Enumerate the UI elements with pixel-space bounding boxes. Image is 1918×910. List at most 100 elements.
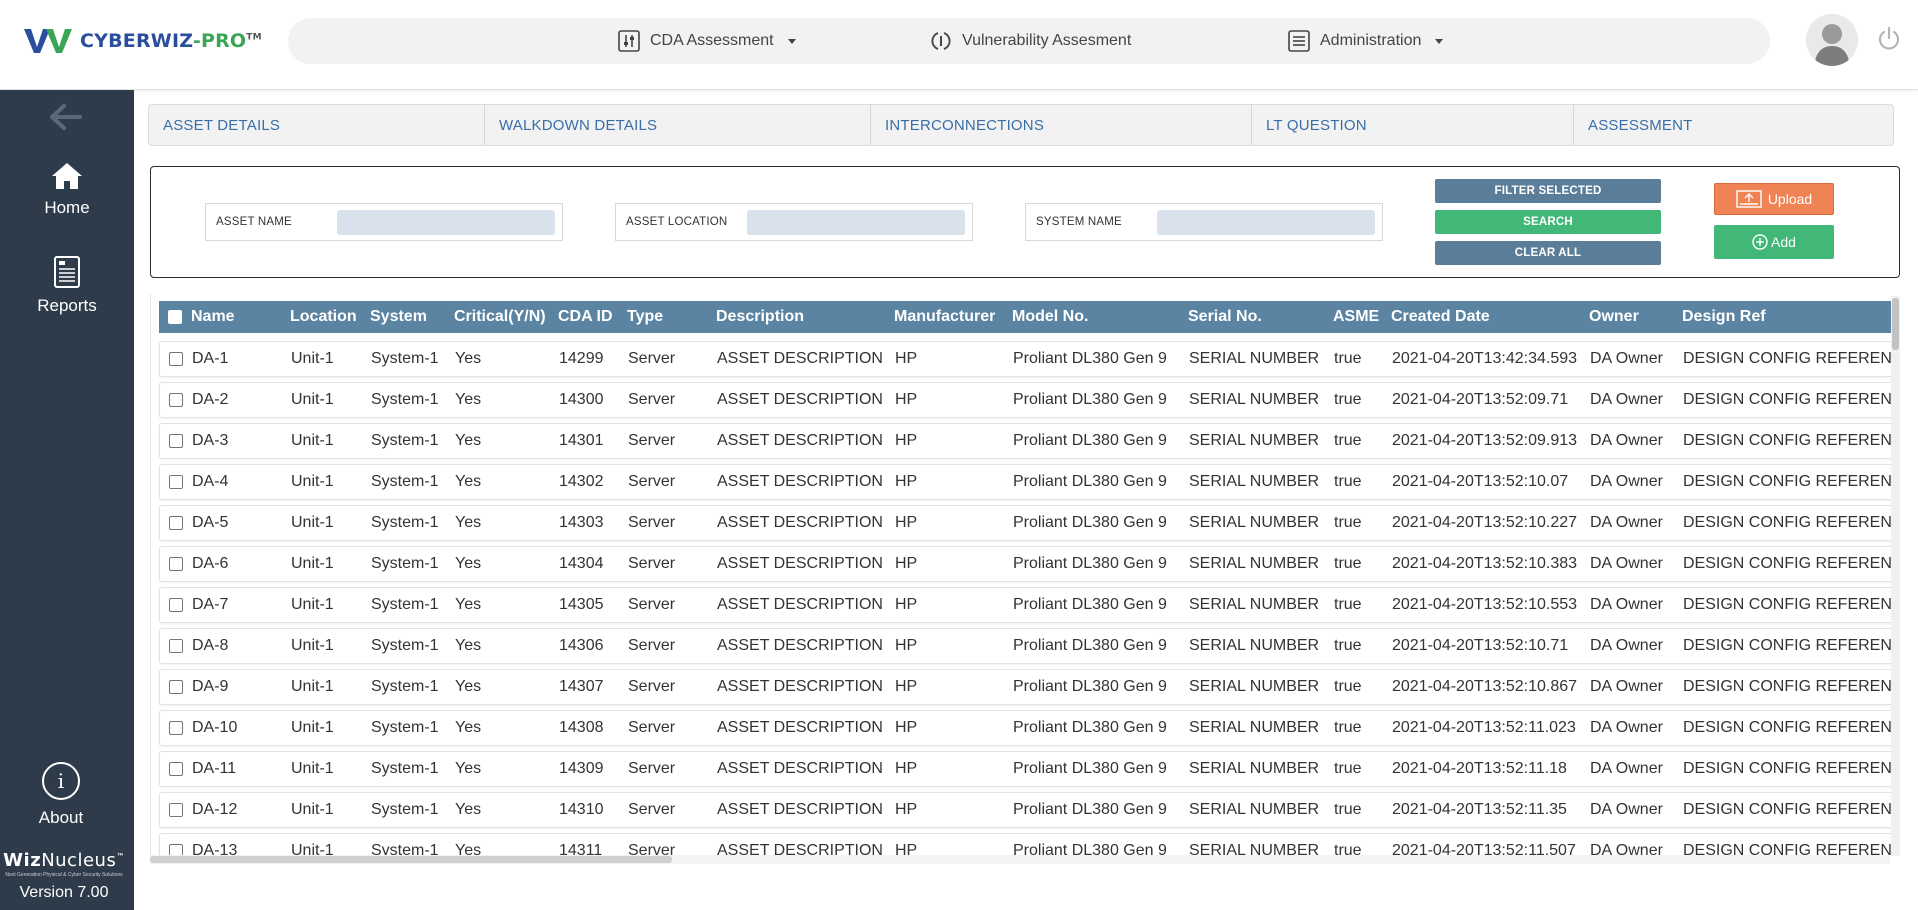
nav-cda-assessment[interactable]: CDA Assessment (618, 18, 796, 64)
avatar[interactable] (1806, 14, 1858, 66)
cell-owner: DA Owner (1590, 350, 1663, 367)
cell-model-no: Proliant DL380 Gen 9 (1013, 637, 1167, 654)
row-checkbox[interactable] (169, 639, 183, 653)
cell-description: ASSET DESCRIPTION (717, 473, 883, 490)
cell-type: Server (628, 719, 676, 736)
user-avatar-icon (1806, 14, 1858, 66)
sidebar-item-home[interactable]: Home (0, 162, 134, 218)
table-row[interactable]: DA-9 Unit-1 System-1 Yes 14307 Server ASSET DE… (159, 669, 1900, 705)
row-checkbox[interactable] (169, 475, 183, 489)
cell-asme: true (1334, 473, 1362, 490)
table-row[interactable]: DA-4 Unit-1 System-1 Yes 14302 Server ASSET DE… (159, 464, 1900, 500)
cyberwiz-logo[interactable]: CYBERWIZ-PROTM (24, 26, 262, 56)
back-arrow-icon[interactable] (48, 102, 84, 132)
nav-administration[interactable]: Administration (1288, 18, 1444, 64)
asset-location-input[interactable] (747, 210, 965, 235)
asset-name-input[interactable] (337, 210, 555, 235)
cell-created-date: 2021-04-20T13:52:10.07 (1392, 473, 1569, 490)
cyberwiz-logo-mark-icon (24, 29, 72, 53)
column-header-created-date[interactable]: Created Date (1391, 301, 1490, 333)
row-checkbox[interactable] (169, 434, 183, 448)
table-row[interactable]: DA-1 Unit-1 System-1 Yes 14299 Server ASSET DE… (159, 341, 1900, 377)
tab-asset-details[interactable]: ASSET DETAILS (149, 105, 485, 145)
cell-manufacturer: HP (895, 719, 918, 736)
cell-cda-id: 14309 (559, 760, 604, 777)
row-checkbox[interactable] (169, 598, 183, 612)
table-row[interactable]: DA-7 Unit-1 System-1 Yes 14305 Server ASSET DE… (159, 587, 1900, 623)
tab-assessment[interactable]: ASSESSMENT (1574, 105, 1893, 145)
cell-asme: true (1334, 555, 1362, 572)
cell-location: Unit-1 (291, 637, 334, 654)
system-name-input[interactable] (1157, 210, 1375, 235)
row-checkbox[interactable] (169, 352, 183, 366)
cell-critical: Yes (455, 760, 482, 777)
column-header-critical[interactable]: Critical(Y/N) (454, 301, 546, 333)
table-row[interactable]: DA-8 Unit-1 System-1 Yes 14306 Server ASSET DE… (159, 628, 1900, 664)
column-header-serial-no[interactable]: Serial No. (1188, 301, 1262, 333)
clear-all-button[interactable]: CLEAR ALL (1435, 241, 1661, 265)
column-header-manufacturer[interactable]: Manufacturer (894, 301, 995, 333)
main-nav: CDA Assessment Vulnerability Assesment A… (288, 18, 1770, 64)
sidebar-item-about[interactable]: i About (0, 762, 122, 828)
power-icon[interactable] (1876, 26, 1902, 52)
table-row[interactable]: DA-6 Unit-1 System-1 Yes 14304 Server ASSET DE… (159, 546, 1900, 582)
cell-system: System-1 (371, 432, 439, 449)
cell-cda-id: 14305 (559, 596, 604, 613)
cell-type: Server (628, 678, 676, 695)
column-header-system[interactable]: System (370, 301, 427, 333)
column-header-model-no[interactable]: Model No. (1012, 301, 1088, 333)
cell-created-date: 2021-04-20T13:52:10.553 (1392, 596, 1578, 613)
asset-location-label: ASSET LOCATION (626, 216, 728, 228)
cell-model-no: Proliant DL380 Gen 9 (1013, 432, 1167, 449)
table-row[interactable]: DA-12 Unit-1 System-1 Yes 14310 Server ASSET D… (159, 792, 1900, 828)
select-all-checkbox[interactable] (168, 310, 182, 324)
cell-critical: Yes (455, 391, 482, 408)
row-checkbox[interactable] (169, 762, 183, 776)
horizontal-scroll-thumb[interactable] (150, 856, 672, 863)
sidebar-item-reports[interactable]: Reports (0, 256, 134, 316)
table-row[interactable]: DA-11 Unit-1 System-1 Yes 14309 Server ASSET D… (159, 751, 1900, 787)
column-header-location[interactable]: Location (290, 301, 357, 333)
search-button[interactable]: SEARCH (1435, 210, 1661, 234)
horizontal-scrollbar[interactable] (150, 855, 1890, 864)
column-header-cda-id[interactable]: CDA ID (558, 301, 613, 333)
cell-name: DA-1 (192, 350, 229, 367)
cell-manufacturer: HP (895, 596, 918, 613)
add-button[interactable]: Add (1714, 225, 1834, 259)
nav-vulnerability-assessment[interactable]: Vulnerability Assesment (930, 18, 1131, 64)
cell-cda-id: 14307 (559, 678, 604, 695)
row-checkbox[interactable] (169, 516, 183, 530)
tab-lt-question[interactable]: LT QUESTION (1252, 105, 1574, 145)
cell-serial-no: SERIAL NUMBER (1189, 596, 1320, 613)
tab-interconnections[interactable]: INTERCONNECTIONS (871, 105, 1252, 145)
cell-critical: Yes (455, 514, 482, 531)
column-header-asme[interactable]: ASME (1333, 301, 1379, 333)
tab-walkdown-details[interactable]: WALKDOWN DETAILS (485, 105, 871, 145)
column-header-owner[interactable]: Owner (1589, 301, 1639, 333)
cell-name: DA-7 (192, 596, 229, 613)
cell-asme: true (1334, 719, 1362, 736)
cell-manufacturer: HP (895, 473, 918, 490)
row-checkbox[interactable] (169, 557, 183, 571)
filter-selected-button[interactable]: FILTER SELECTED (1435, 179, 1661, 203)
row-checkbox[interactable] (169, 680, 183, 694)
column-header-description[interactable]: Description (716, 301, 804, 333)
cell-location: Unit-1 (291, 391, 334, 408)
vertical-scrollbar[interactable] (1891, 296, 1900, 856)
table-row[interactable]: DA-10 Unit-1 System-1 Yes 14308 Server ASSET D… (159, 710, 1900, 746)
row-checkbox[interactable] (169, 721, 183, 735)
column-header-name[interactable]: Name (191, 301, 235, 333)
cell-description: ASSET DESCRIPTION (717, 432, 883, 449)
cell-asme: true (1334, 760, 1362, 777)
vertical-scroll-thumb[interactable] (1892, 298, 1899, 350)
row-checkbox[interactable] (169, 393, 183, 407)
column-header-design-ref[interactable]: Design Ref (1682, 301, 1766, 333)
wiznucleus-brand: WizNucleus™ Next Generation Physical & C… (0, 850, 128, 902)
column-header-type[interactable]: Type (627, 301, 663, 333)
table-row[interactable]: DA-2 Unit-1 System-1 Yes 14300 Server ASSET DE… (159, 382, 1900, 418)
cell-type: Server (628, 350, 676, 367)
row-checkbox[interactable] (169, 803, 183, 817)
table-row[interactable]: DA-5 Unit-1 System-1 Yes 14303 Server ASSET DE… (159, 505, 1900, 541)
table-row[interactable]: DA-3 Unit-1 System-1 Yes 14301 Server ASSET DE… (159, 423, 1900, 459)
upload-button[interactable]: Upload (1714, 183, 1834, 215)
